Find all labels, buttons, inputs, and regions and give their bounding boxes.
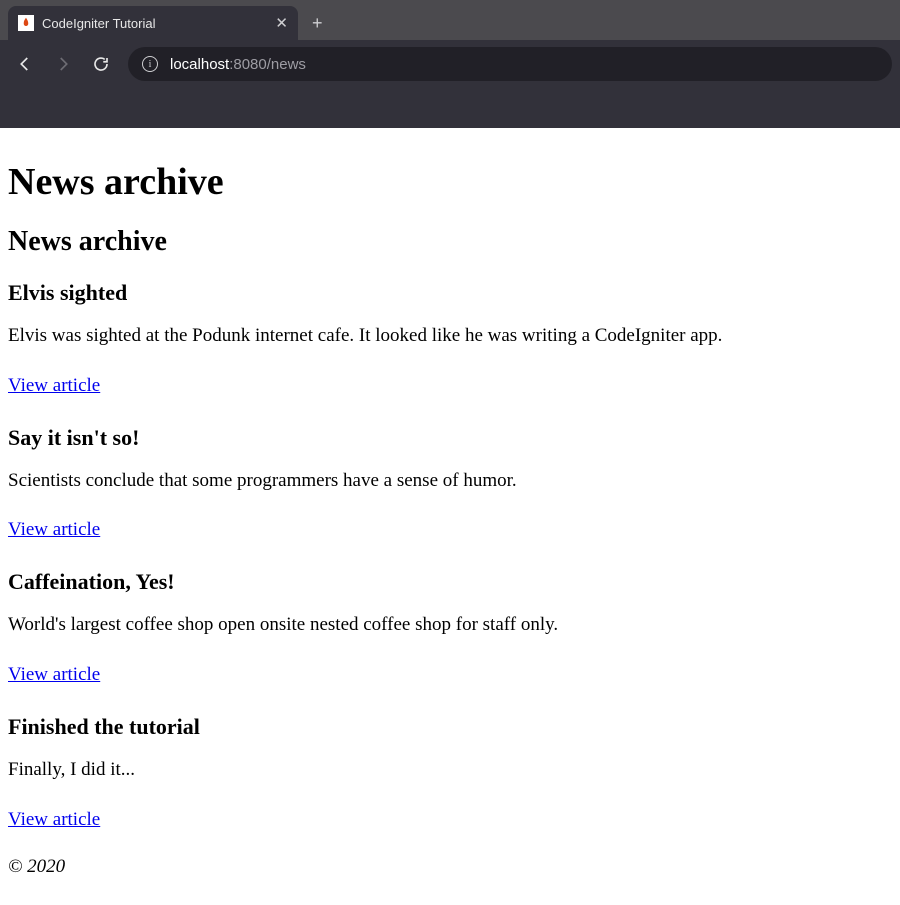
reload-button[interactable]: [84, 47, 118, 81]
article-title: Say it isn't so!: [8, 425, 892, 451]
close-icon[interactable]: ✕: [275, 16, 288, 31]
article: Say it isn't so! Scientists conclude tha…: [8, 425, 892, 548]
url-path: /news: [267, 56, 306, 73]
url-port: :8080: [229, 56, 267, 73]
browser-chrome: CodeIgniter Tutorial ✕ + i localhost:808…: [0, 0, 900, 128]
article-title: Elvis sighted: [8, 280, 892, 306]
article: Finished the tutorial Finally, I did it.…: [8, 714, 892, 837]
view-article-link[interactable]: View article: [8, 375, 100, 397]
address-bar[interactable]: i localhost:8080/news: [128, 47, 892, 81]
page-subtitle: News archive: [8, 226, 892, 258]
article: Elvis sighted Elvis was sighted at the P…: [8, 280, 892, 403]
article-body: World's largest coffee shop open onsite …: [8, 613, 892, 638]
view-article-link[interactable]: View article: [8, 809, 100, 831]
page-content: News archive News archive Elvis sighted …: [0, 128, 900, 905]
tab-title: CodeIgniter Tutorial: [42, 16, 267, 31]
view-article-link[interactable]: View article: [8, 664, 100, 686]
back-button[interactable]: [8, 47, 42, 81]
toolbar: i localhost:8080/news: [0, 40, 900, 88]
article-body: Elvis was sighted at the Podunk internet…: [8, 324, 892, 349]
tab-strip: CodeIgniter Tutorial ✕ +: [0, 0, 900, 40]
page-title: News archive: [8, 160, 892, 204]
flame-icon: [18, 15, 34, 31]
browser-sub-bar: [0, 88, 900, 128]
info-icon[interactable]: i: [142, 56, 158, 72]
view-article-link[interactable]: View article: [8, 519, 100, 541]
url-host: localhost: [170, 56, 229, 73]
article: Caffeination, Yes! World's largest coffe…: [8, 569, 892, 692]
article-title: Finished the tutorial: [8, 714, 892, 740]
page-footer: © 2020: [8, 855, 892, 880]
article-body: Finally, I did it...: [8, 758, 892, 783]
browser-tab[interactable]: CodeIgniter Tutorial ✕: [8, 6, 298, 40]
article-title: Caffeination, Yes!: [8, 569, 892, 595]
new-tab-button[interactable]: +: [312, 14, 323, 32]
article-body: Scientists conclude that some programmer…: [8, 469, 892, 494]
forward-button[interactable]: [46, 47, 80, 81]
